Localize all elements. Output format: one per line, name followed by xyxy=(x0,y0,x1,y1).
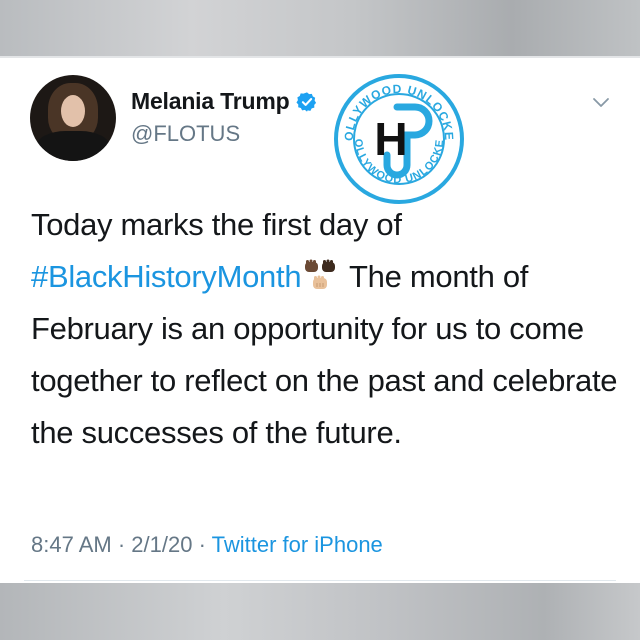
tweet-metadata: 8:47 AM · 2/1/20 · Twitter for iPhone xyxy=(31,532,383,558)
meta-separator-2: · xyxy=(192,532,212,557)
tweet-text-line1: Today marks the first day of xyxy=(31,207,402,242)
author-name[interactable]: Melania Trump xyxy=(131,88,290,115)
tweet-date[interactable]: 2/1/20 xyxy=(131,532,192,557)
card-top-divider xyxy=(0,56,640,58)
avatar-face xyxy=(61,95,85,127)
hollywood-unlocked-watermark-logo: HOLLYWOOD UNLOCKED HOLLYWOOD UNLOCKED H xyxy=(333,73,464,204)
meta-separator-1: · xyxy=(111,532,132,557)
background-blur-bottom xyxy=(0,583,640,640)
tweet-text: Today marks the first day of #BlackHisto… xyxy=(31,199,621,459)
author-handle[interactable]: @FLOTUS xyxy=(131,121,240,147)
hashtag-link[interactable]: #BlackHistoryMonth xyxy=(31,259,302,294)
avatar-coat xyxy=(36,131,110,161)
tweet-text-body: February is an opportunity for us to com… xyxy=(31,311,618,450)
watermark-letter: H xyxy=(374,113,407,165)
raised-fist-emoji-icon xyxy=(305,259,336,289)
verified-badge-icon xyxy=(296,91,317,112)
background-blur-top xyxy=(0,0,640,56)
chevron-down-icon[interactable] xyxy=(592,96,610,110)
tweet-source-link[interactable]: Twitter for iPhone xyxy=(212,532,383,557)
card-bottom-divider xyxy=(24,580,616,581)
tweet-text-after-hashtag: The month of xyxy=(341,259,529,294)
tweet-time[interactable]: 8:47 AM xyxy=(31,532,112,557)
author-name-row[interactable]: Melania Trump xyxy=(131,88,318,115)
avatar[interactable] xyxy=(30,75,116,161)
